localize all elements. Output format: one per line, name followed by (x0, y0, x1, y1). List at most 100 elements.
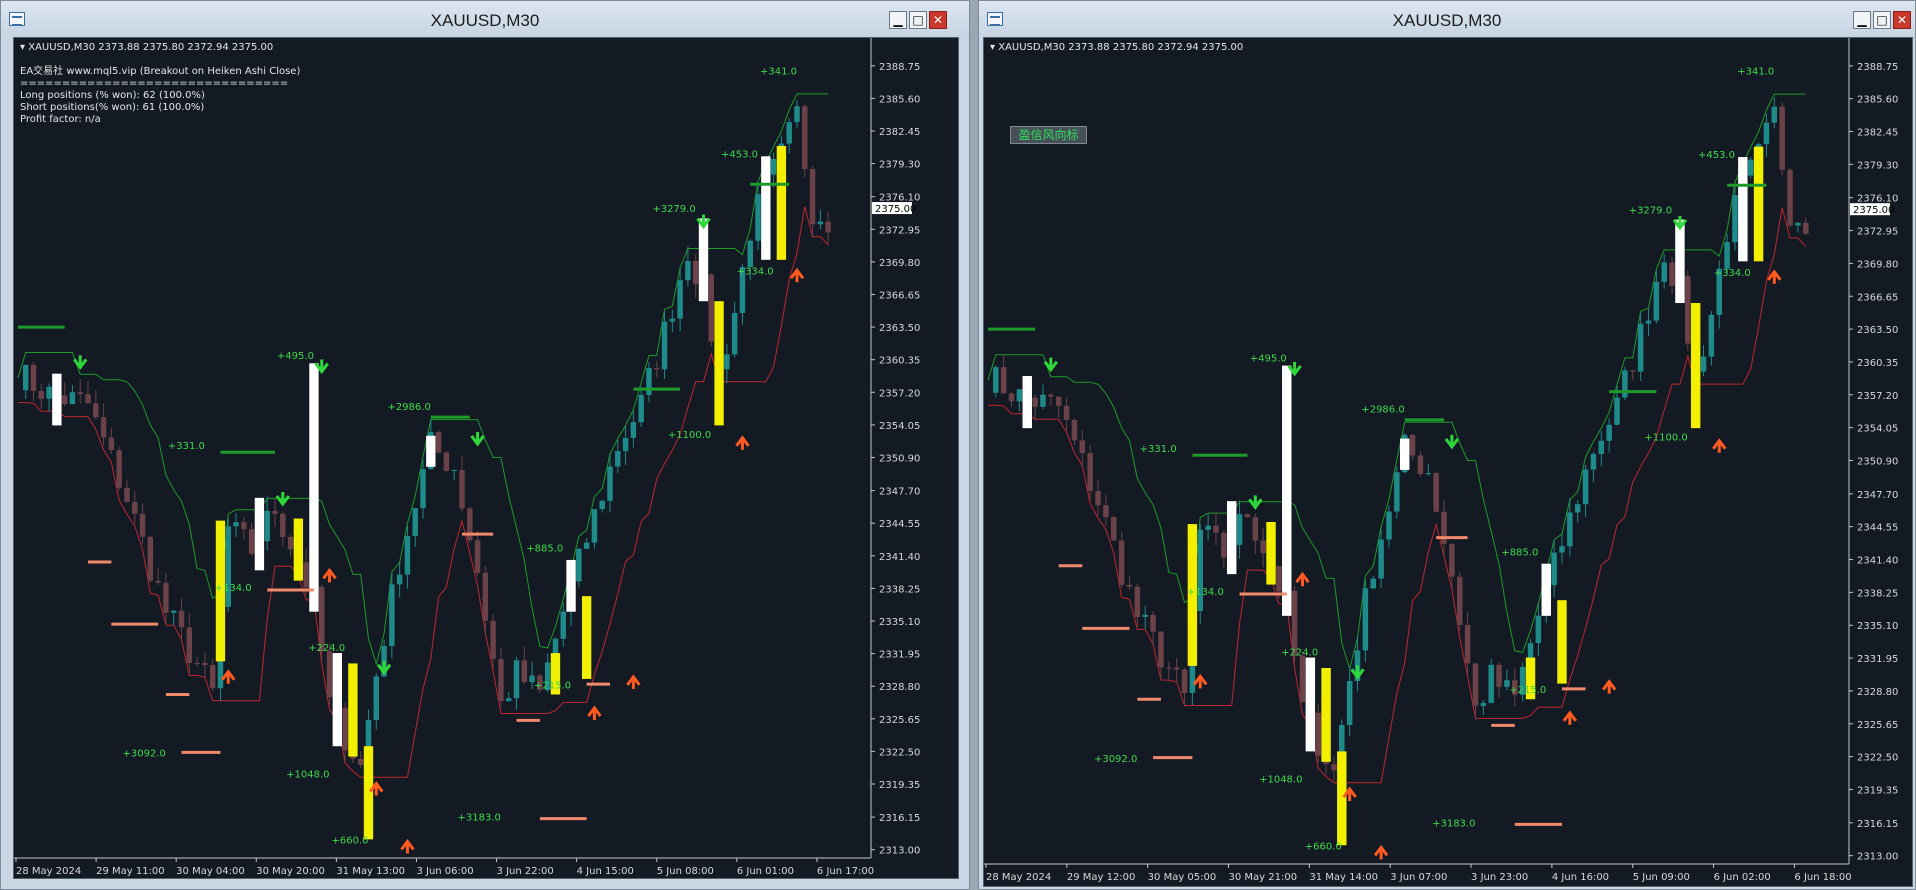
candle-body[interactable] (1276, 566, 1282, 592)
candle-body[interactable] (1032, 397, 1038, 407)
candle-body[interactable] (1346, 681, 1353, 726)
candle-body[interactable] (272, 510, 278, 514)
candle-body[interactable] (1637, 323, 1644, 372)
minimize-button[interactable]: ▁ (889, 11, 907, 29)
candle-body[interactable] (1291, 590, 1298, 656)
candle-body[interactable] (1394, 472, 1400, 512)
candle-body[interactable] (1629, 370, 1636, 372)
candle-body[interactable] (505, 698, 512, 702)
symbol-ohlc-header[interactable]: ▾ XAUUSD,M30 2373.88 2375.80 2372.94 237… (20, 42, 273, 53)
candle-body[interactable] (1221, 532, 1227, 558)
candle-body[interactable] (809, 168, 816, 225)
candle-body[interactable] (248, 529, 255, 554)
candle-body[interactable] (1802, 222, 1809, 234)
candle-body[interactable] (1747, 159, 1754, 176)
candle-body[interactable] (576, 548, 582, 582)
candle-body[interactable] (825, 221, 831, 233)
collapse-triangle-icon[interactable]: ▾ (20, 42, 25, 53)
candle-body[interactable] (1197, 529, 1204, 612)
chart-window-left[interactable]: XAUUSD,M30 ▁ □ ✕ +341.0 +453.0 +3279.0 +334… (0, 0, 970, 890)
candle-body[interactable] (163, 582, 169, 613)
candle-body[interactable] (1590, 453, 1597, 470)
candle-body[interactable] (85, 394, 91, 404)
candle-body[interactable] (1488, 664, 1494, 703)
candle-body[interactable] (1559, 546, 1565, 553)
candle-body[interactable] (770, 158, 777, 175)
indicator-label-button[interactable]: 盈信风向标 (1010, 126, 1087, 144)
candle-body[interactable] (1331, 764, 1337, 771)
price-chart[interactable]: +341.0 +453.0 +3279.0 +334.0 +495.0 +2986.0 +1… (14, 38, 958, 878)
candle-body[interactable] (755, 194, 761, 241)
candle-body[interactable] (22, 364, 29, 391)
candle-body[interactable] (1653, 281, 1660, 321)
candle-body[interactable] (342, 707, 348, 751)
candle-body[interactable] (1166, 667, 1172, 669)
candle-body[interactable] (1480, 702, 1487, 706)
candle-body[interactable] (451, 469, 457, 471)
candle-body[interactable] (1661, 262, 1667, 282)
candle-body[interactable] (817, 221, 824, 225)
candle-body[interactable] (1008, 393, 1015, 402)
candle-body[interactable] (794, 106, 800, 123)
candle-body[interactable] (1260, 540, 1266, 554)
candle-body[interactable] (1252, 517, 1259, 541)
symbol-ohlc-header[interactable]: ▾ XAUUSD,M30 2373.88 2375.80 2372.94 237… (990, 42, 1243, 53)
candle-body[interactable] (1425, 473, 1432, 475)
candle-body[interactable] (1173, 667, 1180, 670)
candle-body[interactable] (100, 417, 107, 438)
title-bar[interactable]: XAUUSD,M30 ▁ □ ✕ (979, 1, 1915, 37)
candle-body[interactable] (482, 572, 489, 621)
candle-body[interactable] (1551, 552, 1557, 586)
candle-body[interactable] (1362, 588, 1369, 651)
candle-body[interactable] (724, 354, 730, 370)
candle-body[interactable] (1150, 614, 1156, 632)
candle-body[interactable] (124, 487, 130, 503)
chart-area[interactable]: +341.0 +453.0 +3279.0 +334.0 +495.0 +2986.0 +1… (983, 37, 1913, 887)
candle-body[interactable] (669, 318, 676, 322)
candle-body[interactable] (1708, 314, 1715, 357)
candle-body[interactable] (280, 513, 286, 537)
candle-body[interactable] (459, 469, 465, 509)
candle-body[interactable] (708, 274, 715, 342)
candle-body[interactable] (435, 432, 442, 453)
candle-body[interactable] (802, 106, 808, 169)
candle-body[interactable] (1055, 396, 1062, 406)
candle-body[interactable] (1606, 424, 1612, 441)
candle-body[interactable] (560, 611, 566, 639)
candle-body[interactable] (583, 542, 590, 549)
candle-body[interactable] (1724, 242, 1730, 269)
candle-body[interactable] (1598, 440, 1605, 454)
candle-body[interactable] (319, 586, 325, 652)
candle-body[interactable] (1386, 511, 1392, 540)
candle-body[interactable] (1472, 663, 1479, 706)
candle-body[interactable] (1048, 394, 1054, 397)
candle-body[interactable] (1063, 405, 1070, 420)
candle-body[interactable] (1299, 655, 1306, 703)
candle-body[interactable] (1118, 540, 1125, 585)
candle-body[interactable] (1000, 367, 1007, 394)
candle-body[interactable] (30, 364, 37, 391)
candle-body[interactable] (685, 260, 691, 281)
candle-body[interactable] (420, 469, 426, 509)
candle-body[interactable] (241, 522, 247, 530)
candle-body[interactable] (303, 562, 309, 588)
candle-body[interactable] (615, 451, 621, 467)
candle-body[interactable] (1417, 455, 1424, 475)
candle-body[interactable] (474, 540, 481, 573)
candle-body[interactable] (357, 758, 364, 765)
title-bar[interactable]: XAUUSD,M30 ▁ □ ✕ (1, 1, 969, 37)
candle-body[interactable] (1370, 578, 1377, 589)
candle-body[interactable] (654, 368, 660, 370)
candle-body[interactable] (1213, 525, 1219, 533)
collapse-triangle-icon[interactable]: ▾ (990, 42, 995, 53)
candle-body[interactable] (521, 660, 528, 683)
candle-body[interactable] (1126, 584, 1133, 587)
candle-body[interactable] (1567, 512, 1573, 547)
candle-body[interactable] (661, 321, 668, 370)
candle-body[interactable] (132, 502, 138, 514)
candle-body[interactable] (202, 663, 208, 665)
candle-body[interactable] (490, 620, 496, 659)
candle-body[interactable] (1763, 122, 1770, 145)
candle-body[interactable] (61, 395, 68, 405)
candle-body[interactable] (209, 664, 216, 689)
